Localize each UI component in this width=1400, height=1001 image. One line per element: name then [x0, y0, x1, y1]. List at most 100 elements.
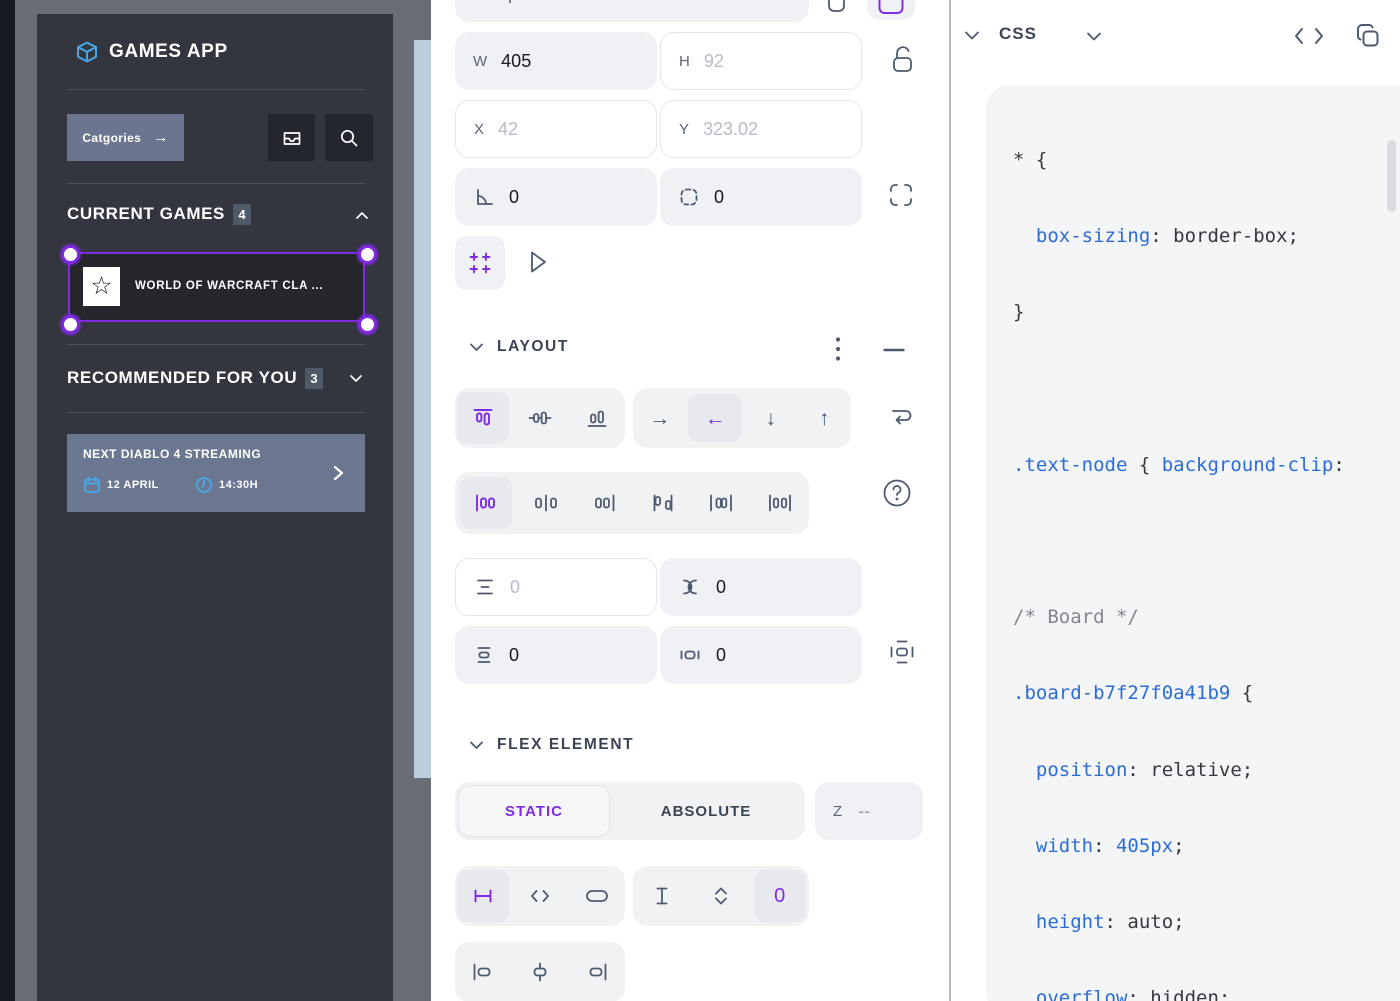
align-items-end-button[interactable]: [571, 392, 623, 444]
justify-space-evenly-button[interactable]: [756, 477, 804, 529]
games-app-preview[interactable]: GAMES APP Catgories → CURR: [37, 14, 393, 1001]
lock-open-icon[interactable]: [889, 44, 917, 76]
code-line: [1013, 525, 1345, 557]
height-placeholder: 92: [704, 51, 724, 72]
z-index-label: Z: [833, 803, 842, 820]
z-index-value: --: [858, 801, 870, 822]
height-zero-button[interactable]: 0: [754, 870, 806, 922]
direction-row-reverse-button[interactable]: ←: [688, 394, 742, 442]
divider: [67, 412, 365, 413]
horizontal-padding-field[interactable]: 0: [660, 626, 862, 684]
column-gap-icon: [678, 576, 702, 598]
selection-handle-top-right[interactable]: [358, 245, 377, 264]
align-start-icon: [471, 406, 495, 430]
code-editor[interactable]: * { box-sizing: border-box; } .text-node…: [986, 85, 1400, 1001]
x-position-field[interactable]: X 42: [455, 100, 657, 158]
vertical-padding-field[interactable]: 0: [455, 626, 657, 684]
chevron-down-icon[interactable]: [349, 374, 363, 384]
column-gap-field[interactable]: 0: [660, 558, 862, 616]
code-line: position: relative;: [1013, 754, 1345, 786]
star-icon: ☆: [90, 274, 112, 299]
horizontal-padding-icon: [678, 644, 702, 666]
categories-button[interactable]: Catgories →: [67, 114, 184, 161]
app-title: GAMES APP: [109, 41, 228, 63]
row-gap-field[interactable]: 0: [455, 558, 657, 616]
justify-space-between-button[interactable]: [639, 477, 687, 529]
tab-absolute[interactable]: ABSOLUTE: [610, 782, 802, 840]
direction-column-reverse-button[interactable]: ↑: [799, 392, 849, 444]
height-field[interactable]: H 92: [660, 32, 862, 90]
chevron-down-icon[interactable]: [469, 740, 484, 751]
code-scrollbar-thumb[interactable]: [1387, 140, 1396, 212]
height-fixed-icon: [651, 884, 673, 908]
clock-icon: [195, 476, 213, 494]
height-fixed-button[interactable]: [636, 870, 688, 922]
chevron-right-icon[interactable]: [331, 465, 345, 481]
height-hug-button[interactable]: [695, 870, 747, 922]
chevron-down-icon[interactable]: [469, 342, 484, 353]
code-line: .text-node { background-clip:: [1013, 449, 1345, 481]
independent-corners-icon[interactable]: [886, 180, 916, 210]
play-icon[interactable]: [525, 248, 551, 276]
width-sizing-group: [455, 866, 625, 926]
selected-game-item[interactable]: ☆ WORLD OF WARCRAFT CLA ...: [68, 252, 365, 322]
independent-padding-icon[interactable]: [888, 638, 916, 666]
self-align-left-button[interactable]: [457, 946, 509, 998]
code-icon[interactable]: [1293, 25, 1325, 47]
flex-wrap-icon[interactable]: [889, 402, 915, 428]
arrow-up-icon: ↑: [819, 408, 830, 429]
help-icon[interactable]: [882, 478, 912, 508]
justify-start-button[interactable]: [460, 477, 512, 529]
direction-column-button[interactable]: ↓: [746, 392, 796, 444]
corner-radius-field[interactable]: 0: [660, 168, 862, 226]
left-edge-bar: [0, 0, 15, 1001]
inbox-button[interactable]: [268, 114, 315, 161]
event-card[interactable]: NEXT DIABLO 4 STREAMING 12 APRIL 14:30H: [67, 434, 365, 512]
space-between-icon: [650, 491, 676, 515]
row-gap-icon: [474, 576, 496, 598]
tab-static[interactable]: STATIC: [458, 785, 610, 837]
self-align-center-button[interactable]: [514, 946, 566, 998]
self-align-right-button[interactable]: [571, 946, 623, 998]
align-right-icon: [584, 960, 610, 984]
absolute-label: ABSOLUTE: [661, 803, 752, 820]
kebab-menu-icon[interactable]: [835, 336, 841, 362]
width-fixed-button[interactable]: [457, 870, 509, 922]
portrait-icon[interactable]: [825, 0, 849, 16]
selection-handle-bottom-right[interactable]: [358, 315, 377, 334]
chevron-down-icon[interactable]: [1086, 31, 1102, 42]
selection-handle-bottom-left[interactable]: [61, 315, 80, 334]
event-time: 14:30H: [219, 479, 258, 491]
chevron-down-icon[interactable]: [964, 30, 980, 41]
canvas-workspace[interactable]: GAMES APP Catgories → CURR: [15, 0, 431, 1001]
selection-handle-top-left[interactable]: [61, 245, 80, 264]
chevron-up-icon[interactable]: [355, 210, 369, 220]
justify-center-button[interactable]: [522, 477, 570, 529]
copy-icon[interactable]: [1355, 23, 1381, 49]
width-field[interactable]: W 405: [455, 32, 657, 90]
justify-end-button[interactable]: [581, 477, 629, 529]
justify-end-icon: [592, 491, 618, 515]
constraints-icon: [467, 250, 493, 276]
fit-content-icon: [528, 884, 552, 908]
calendar-icon: [83, 476, 101, 494]
constraints-button[interactable]: [455, 236, 505, 290]
width-label: W: [473, 53, 487, 70]
x-placeholder: 42: [498, 119, 518, 140]
size-presets-select[interactable]: Size presets: [455, 0, 809, 22]
align-items-center-button[interactable]: [514, 392, 566, 444]
rotation-field[interactable]: 0: [455, 168, 657, 226]
justify-space-around-button[interactable]: [697, 477, 745, 529]
z-index-field[interactable]: Z --: [815, 782, 923, 840]
align-items-start-button[interactable]: [457, 392, 509, 444]
collapse-section-icon[interactable]: [883, 348, 905, 352]
size-presets-label: Size presets: [475, 0, 558, 4]
width-fill-button[interactable]: [571, 870, 623, 922]
direction-row-button[interactable]: →: [635, 392, 685, 444]
landscape-orientation-button[interactable]: [867, 0, 915, 20]
inspector-panel: Size presets W 405 H 92 X 42 Y: [431, 0, 950, 1001]
code-line: width: 405px;: [1013, 830, 1345, 862]
y-position-field[interactable]: Y 323.02: [660, 100, 862, 158]
width-fit-button[interactable]: [514, 870, 566, 922]
search-button[interactable]: [325, 114, 373, 161]
